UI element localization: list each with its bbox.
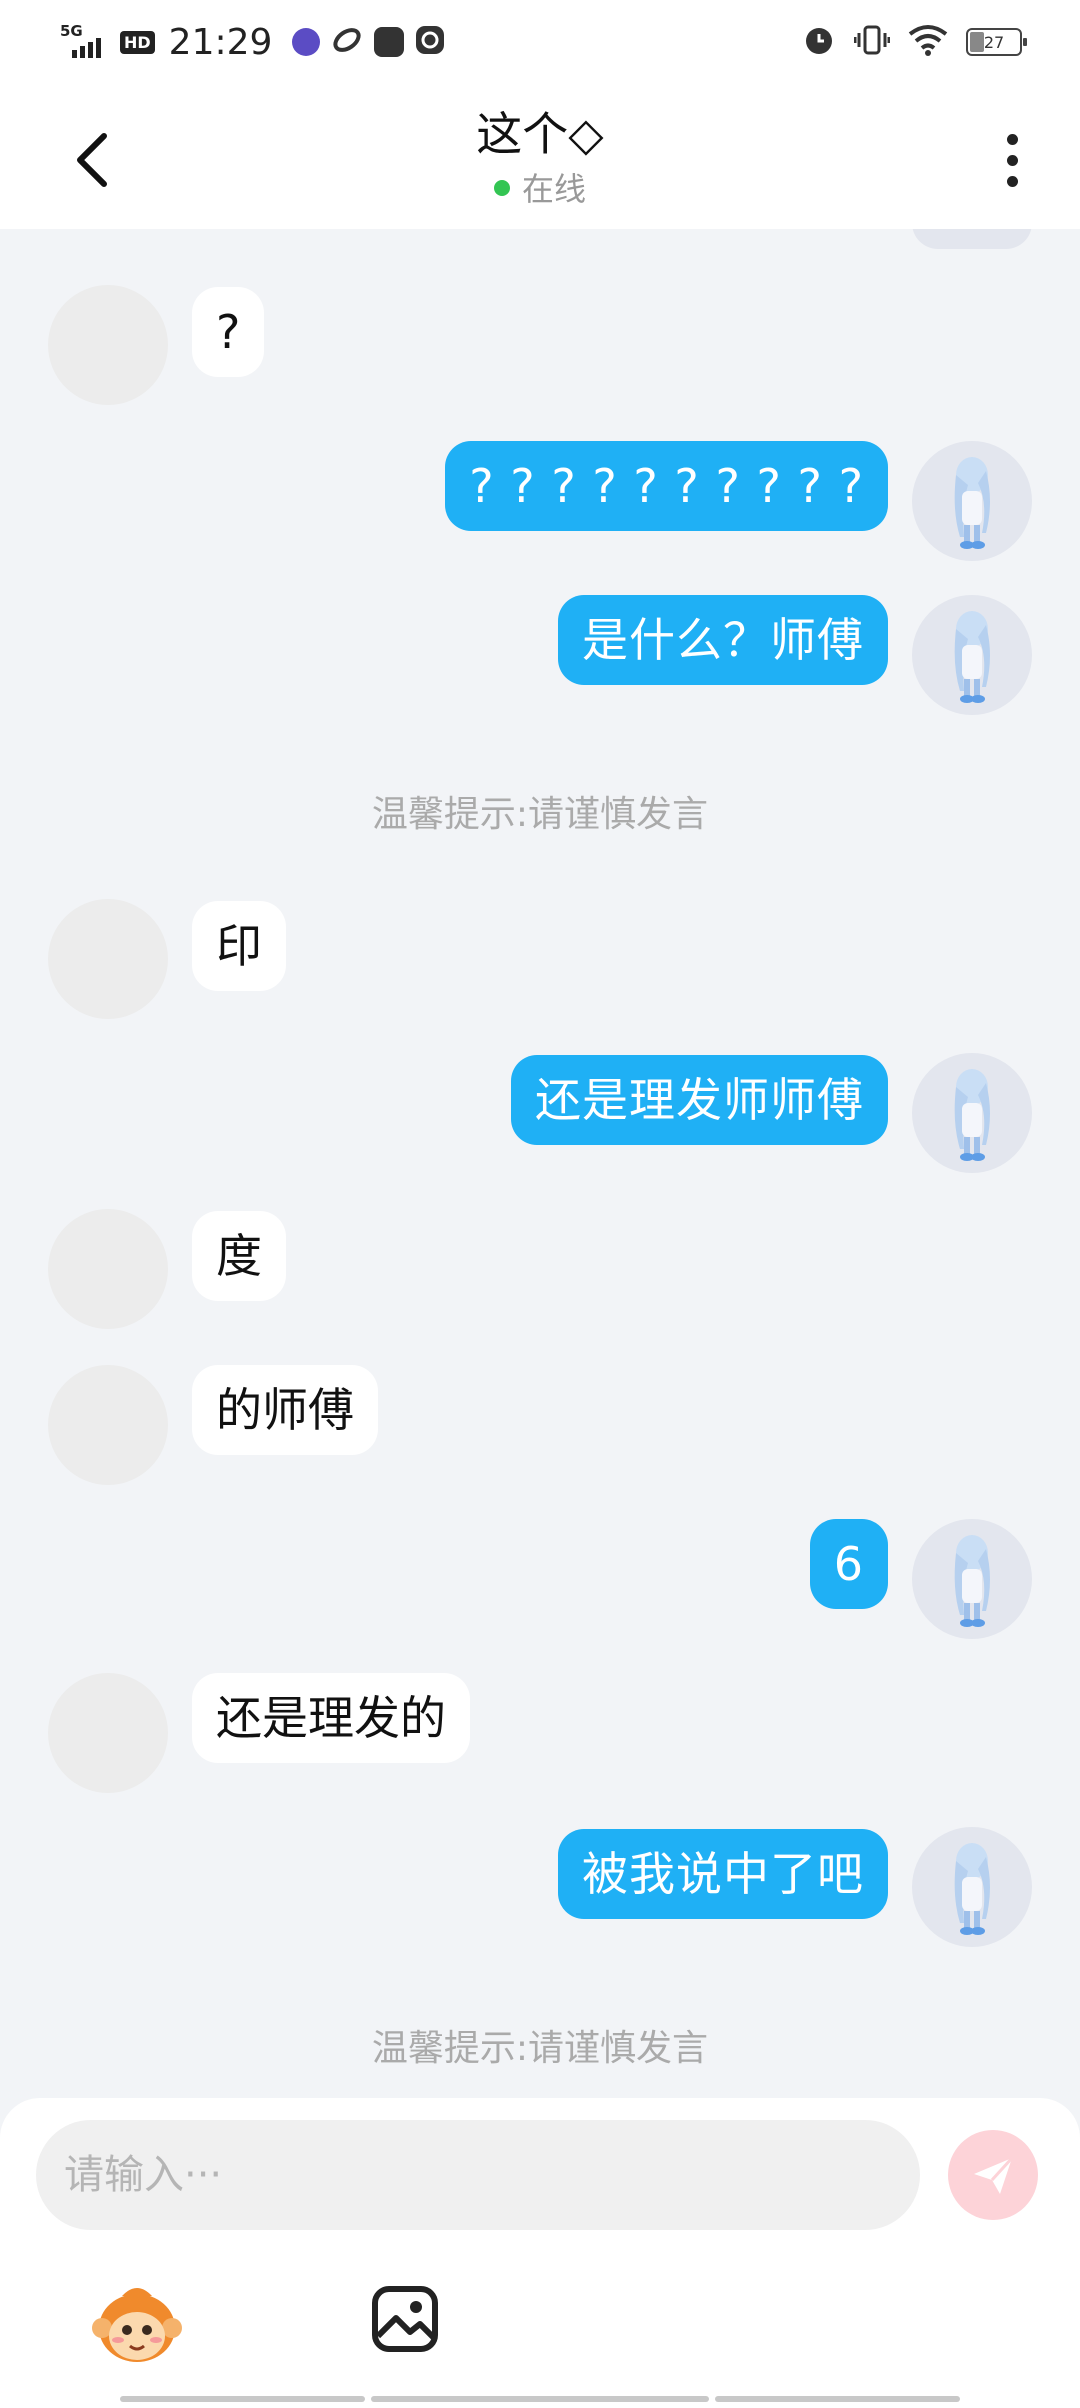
status-bar-left: 5G HD 21:29	[60, 18, 446, 66]
my-avatar[interactable]	[912, 1827, 1032, 1947]
message-bubble-me[interactable]: 还是理发师师傅	[511, 1055, 888, 1145]
emoji-button[interactable]	[92, 2278, 182, 2368]
peer-avatar[interactable]	[48, 1365, 168, 1485]
battery-level: 27	[983, 32, 1005, 52]
my-avatar-partial	[912, 229, 1032, 249]
system-notice: 温馨提示:请谨慎发言	[371, 2028, 709, 2069]
wifi-icon	[908, 24, 948, 60]
message-bubble-me[interactable]: 是什么？师傅	[558, 595, 888, 685]
send-button[interactable]	[948, 2130, 1038, 2220]
battery-icon: 27	[966, 28, 1027, 56]
cellular-signal-icon: 5G	[60, 22, 110, 62]
status-bar-right: 27	[802, 18, 1027, 66]
more-vertical-icon	[1006, 133, 1018, 145]
composer	[0, 2098, 1080, 2408]
message-bubble-me[interactable]: 6	[809, 1519, 888, 1609]
peer-avatar[interactable]	[48, 1209, 168, 1329]
alarm-icon	[802, 23, 836, 61]
image-button[interactable]	[370, 2284, 440, 2354]
message-bubble-peer[interactable]: 还是理发的	[192, 1673, 470, 1763]
peer-avatar[interactable]	[48, 1673, 168, 1793]
more-options-button[interactable]	[992, 124, 1032, 196]
peer-avatar[interactable]	[48, 285, 168, 405]
chat-header: 这个◇ 在线	[0, 84, 1080, 229]
send-icon	[974, 2156, 1014, 2194]
message-bubble-peer[interactable]: 度	[192, 1211, 286, 1301]
message-bubble-peer[interactable]: 的师傅	[192, 1365, 378, 1455]
online-dot-icon	[493, 180, 510, 196]
app-square-icon	[374, 27, 405, 57]
image-icon	[372, 2286, 438, 2352]
message-bubble-me[interactable]: 被我说中了吧	[558, 1829, 888, 1919]
my-avatar[interactable]	[912, 595, 1032, 715]
system-notice: 温馨提示:请谨慎发言	[371, 794, 709, 835]
link-notification-icon	[330, 25, 364, 59]
my-avatar[interactable]	[912, 441, 1032, 561]
my-avatar[interactable]	[912, 1519, 1032, 1639]
message-bubble-peer[interactable]: 印	[192, 901, 286, 991]
online-status-label: 在线	[521, 170, 586, 208]
chat-title: 这个◇	[476, 107, 604, 161]
message-input[interactable]	[36, 2120, 920, 2230]
vibrate-icon	[853, 24, 891, 60]
message-bubble-me[interactable]: ? ? ? ? ? ? ? ? ? ?	[445, 441, 888, 531]
message-list[interactable]: ? ? ? ? ? ? ? ? ? ? ? 是什么？师傅 温馨提示:请谨慎发言 …	[0, 229, 1080, 2099]
gesture-bar	[371, 2396, 709, 2402]
hd-badge: HD	[120, 30, 155, 54]
monkey-emoji-icon	[92, 2288, 182, 2362]
peer-avatar[interactable]	[48, 899, 168, 1019]
message-bubble-peer[interactable]: ?	[192, 287, 265, 377]
status-time: 21:29	[168, 21, 273, 63]
status-bar: 5G HD 21:29 27	[0, 0, 1080, 84]
at-notification-icon	[414, 24, 446, 60]
online-status: 在线	[0, 164, 1080, 210]
gesture-bar	[715, 2396, 960, 2402]
gesture-bar	[120, 2396, 365, 2402]
app-notification-icon	[292, 28, 321, 56]
my-avatar[interactable]	[912, 1053, 1032, 1173]
